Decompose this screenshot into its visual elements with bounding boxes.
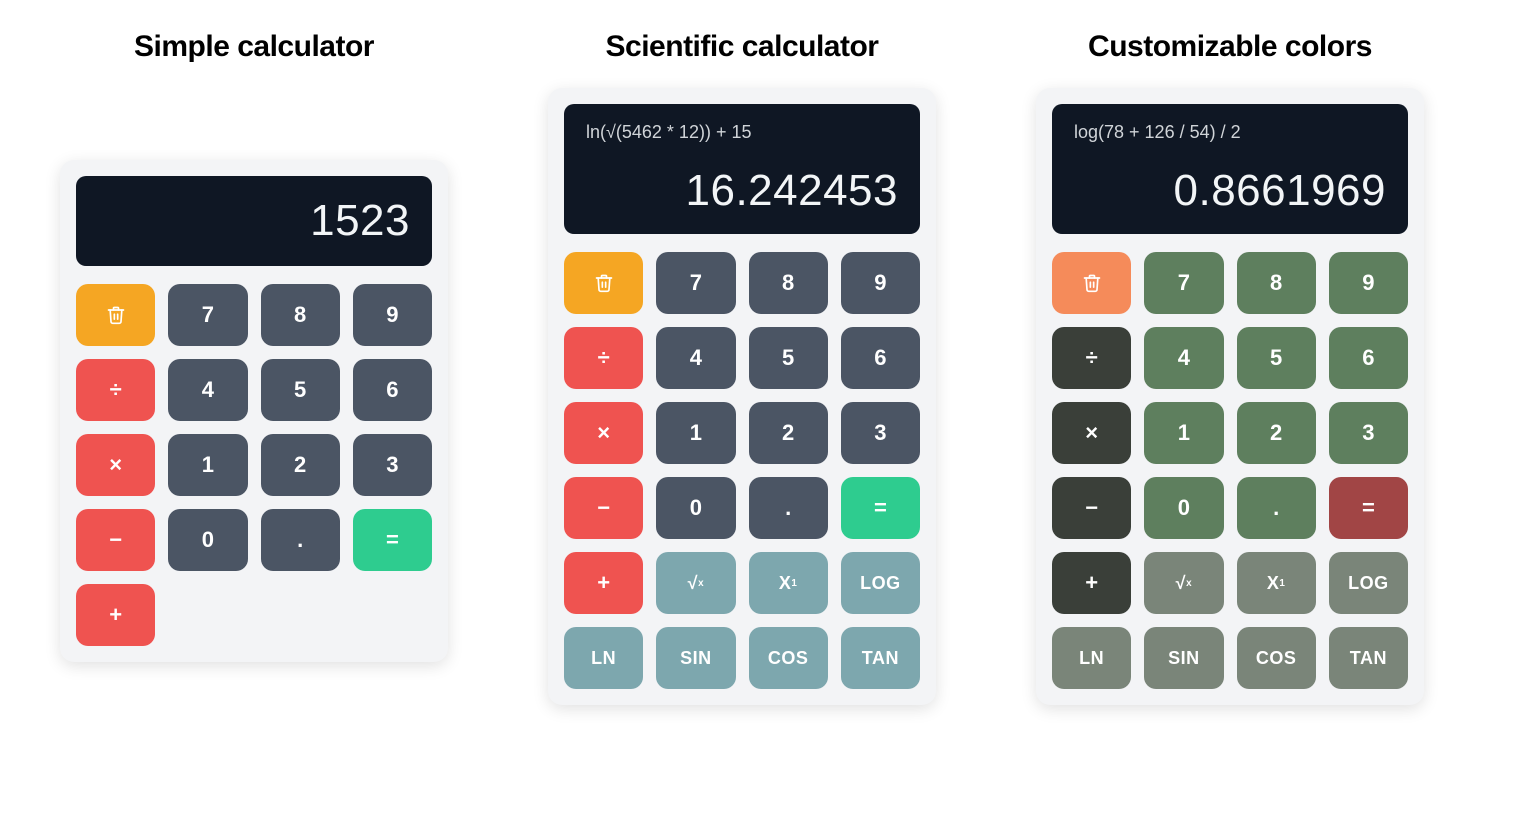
dot-button[interactable]: . xyxy=(1237,477,1316,539)
divide-button[interactable]: ÷ xyxy=(564,327,643,389)
multiply-button[interactable]: × xyxy=(1052,402,1131,464)
sin-button[interactable]: SIN xyxy=(656,627,735,689)
custom-expression: log(78 + 126 / 54) / 2 xyxy=(1074,122,1241,143)
custom-keys: 7 8 9 ÷ 4 5 6 × 1 2 3 − 0 . = + √x X1 LO… xyxy=(1052,252,1408,689)
num2-button[interactable]: 2 xyxy=(1237,402,1316,464)
scientific-keys: 7 8 9 ÷ 4 5 6 × 1 2 3 − 0 . = + √x X1 LO… xyxy=(564,252,920,689)
cos-button[interactable]: COS xyxy=(749,627,828,689)
log-button[interactable]: LOG xyxy=(841,552,920,614)
multiply-button[interactable]: × xyxy=(564,402,643,464)
num0-button[interactable]: 0 xyxy=(168,509,247,571)
num3-button[interactable]: 3 xyxy=(1329,402,1408,464)
sin-button[interactable]: SIN xyxy=(1144,627,1223,689)
ln-button[interactable]: LN xyxy=(1052,627,1131,689)
equals-button[interactable]: = xyxy=(1329,477,1408,539)
equals-button[interactable]: = xyxy=(841,477,920,539)
scientific-result: 16.242453 xyxy=(686,166,899,216)
num5-button[interactable]: 5 xyxy=(749,327,828,389)
num8-button[interactable]: 8 xyxy=(1237,252,1316,314)
num0-button[interactable]: 0 xyxy=(656,477,735,539)
num2-button[interactable]: 2 xyxy=(749,402,828,464)
multiply-button[interactable]: × xyxy=(76,434,155,496)
cos-button[interactable]: COS xyxy=(1237,627,1316,689)
simple-result: 1523 xyxy=(310,196,410,246)
num1-button[interactable]: 1 xyxy=(168,434,247,496)
tan-button[interactable]: TAN xyxy=(841,627,920,689)
custom-display: log(78 + 126 / 54) / 2 0.8661969 xyxy=(1052,104,1408,234)
num3-button[interactable]: 3 xyxy=(841,402,920,464)
divide-button[interactable]: ÷ xyxy=(76,359,155,421)
equals-button[interactable]: = xyxy=(353,509,432,571)
simple-calc: 1523 7 8 9 ÷ 4 5 6 × 1 2 3 − xyxy=(60,160,448,662)
num7-button[interactable]: 7 xyxy=(1144,252,1223,314)
num6-button[interactable]: 6 xyxy=(841,327,920,389)
num4-button[interactable]: 4 xyxy=(168,359,247,421)
scientific-expression: ln(√(5462 * 12)) + 15 xyxy=(586,122,751,143)
clear-button[interactable] xyxy=(76,284,155,346)
num4-button[interactable]: 4 xyxy=(656,327,735,389)
num1-button[interactable]: 1 xyxy=(656,402,735,464)
num0-button[interactable]: 0 xyxy=(1144,477,1223,539)
custom-calc-column: Customizable colors log(78 + 126 / 54) /… xyxy=(1036,30,1424,705)
num8-button[interactable]: 8 xyxy=(261,284,340,346)
scientific-display: ln(√(5462 * 12)) + 15 16.242453 xyxy=(564,104,920,234)
simple-calc-column: Simple calculator 1523 7 8 9 ÷ 4 5 6 × xyxy=(60,30,448,662)
num5-button[interactable]: 5 xyxy=(1237,327,1316,389)
num6-button[interactable]: 6 xyxy=(353,359,432,421)
log-button[interactable]: LOG xyxy=(1329,552,1408,614)
minus-button[interactable]: − xyxy=(76,509,155,571)
simple-title: Simple calculator xyxy=(134,30,374,64)
simple-display: 1523 xyxy=(76,176,432,266)
pow-button[interactable]: X1 xyxy=(1237,552,1316,614)
scientific-calc: ln(√(5462 * 12)) + 15 16.242453 7 8 9 ÷ … xyxy=(548,88,936,705)
num2-button[interactable]: 2 xyxy=(261,434,340,496)
clear-button[interactable] xyxy=(564,252,643,314)
simple-keys: 7 8 9 ÷ 4 5 6 × 1 2 3 − 0 . = + xyxy=(76,284,432,646)
calculators-row: Simple calculator 1523 7 8 9 ÷ 4 5 6 × xyxy=(60,30,1468,705)
num3-button[interactable]: 3 xyxy=(353,434,432,496)
num6-button[interactable]: 6 xyxy=(1329,327,1408,389)
num9-button[interactable]: 9 xyxy=(353,284,432,346)
sqrt-button[interactable]: √x xyxy=(656,552,735,614)
num7-button[interactable]: 7 xyxy=(168,284,247,346)
ln-button[interactable]: LN xyxy=(564,627,643,689)
num9-button[interactable]: 9 xyxy=(1329,252,1408,314)
num8-button[interactable]: 8 xyxy=(749,252,828,314)
dot-button[interactable]: . xyxy=(749,477,828,539)
num9-button[interactable]: 9 xyxy=(841,252,920,314)
trash-icon xyxy=(594,272,614,294)
num4-button[interactable]: 4 xyxy=(1144,327,1223,389)
custom-result: 0.8661969 xyxy=(1174,166,1387,216)
num5-button[interactable]: 5 xyxy=(261,359,340,421)
plus-button[interactable]: + xyxy=(564,552,643,614)
plus-button[interactable]: + xyxy=(1052,552,1131,614)
plus-button[interactable]: + xyxy=(76,584,155,646)
scientific-title: Scientific calculator xyxy=(606,30,879,64)
num7-button[interactable]: 7 xyxy=(656,252,735,314)
divide-button[interactable]: ÷ xyxy=(1052,327,1131,389)
pow-button[interactable]: X1 xyxy=(749,552,828,614)
scientific-calc-column: Scientific calculator ln(√(5462 * 12)) +… xyxy=(548,30,936,705)
dot-button[interactable]: . xyxy=(261,509,340,571)
custom-title: Customizable colors xyxy=(1088,30,1372,64)
tan-button[interactable]: TAN xyxy=(1329,627,1408,689)
trash-icon xyxy=(106,304,126,326)
custom-calc: log(78 + 126 / 54) / 2 0.8661969 7 8 9 ÷… xyxy=(1036,88,1424,705)
trash-icon xyxy=(1082,272,1102,294)
sqrt-button[interactable]: √x xyxy=(1144,552,1223,614)
minus-button[interactable]: − xyxy=(1052,477,1131,539)
clear-button[interactable] xyxy=(1052,252,1131,314)
num1-button[interactable]: 1 xyxy=(1144,402,1223,464)
minus-button[interactable]: − xyxy=(564,477,643,539)
